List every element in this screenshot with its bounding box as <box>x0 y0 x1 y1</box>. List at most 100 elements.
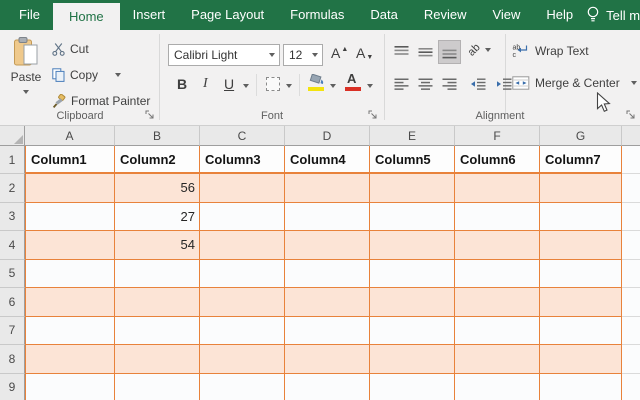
cell-H4[interactable] <box>622 231 640 260</box>
tab-insert[interactable]: Insert <box>120 0 179 30</box>
cell-G1[interactable]: Column7 <box>540 146 622 174</box>
cell-D3[interactable] <box>285 202 370 231</box>
cell-E6[interactable] <box>370 288 455 317</box>
copy-dropdown-arrow[interactable] <box>115 73 122 77</box>
align-left-button[interactable] <box>390 72 413 96</box>
cell-C5[interactable] <box>200 259 285 288</box>
column-header-A[interactable]: A <box>25 126 115 146</box>
align-right-button[interactable] <box>438 72 461 96</box>
cell-C4[interactable] <box>200 231 285 260</box>
decrease-indent-button[interactable] <box>466 72 489 96</box>
tab-view[interactable]: View <box>479 0 533 30</box>
cell-E5[interactable] <box>370 259 455 288</box>
paste-dropdown-arrow[interactable] <box>23 90 29 94</box>
row-header-6[interactable]: 6 <box>0 288 25 317</box>
cell-A2[interactable] <box>25 174 115 203</box>
cell-D9[interactable] <box>285 373 370 400</box>
cell-E3[interactable] <box>370 202 455 231</box>
row-header-9[interactable]: 9 <box>0 373 25 400</box>
cell-G9[interactable] <box>540 373 622 400</box>
tell-me-box[interactable]: Tell me <box>586 0 640 30</box>
row-header-8[interactable]: 8 <box>0 345 25 374</box>
cell-G7[interactable] <box>540 316 622 345</box>
cell-B6[interactable] <box>115 288 200 317</box>
underline-dropdown-arrow[interactable] <box>243 84 249 88</box>
cell-G3[interactable] <box>540 202 622 231</box>
cell-A6[interactable] <box>25 288 115 317</box>
cell-B9[interactable] <box>115 373 200 400</box>
borders-button[interactable] <box>266 77 280 91</box>
row-header-3[interactable]: 3 <box>0 202 25 231</box>
cell-E1[interactable]: Column5 <box>370 146 455 174</box>
cell-H2[interactable] <box>622 174 640 203</box>
cell-C2[interactable] <box>200 174 285 203</box>
cell-B4[interactable]: 54 <box>115 231 200 260</box>
borders-dropdown-arrow[interactable] <box>286 84 292 88</box>
font-color-dropdown-arrow[interactable] <box>367 84 373 88</box>
alignment-dialog-launcher[interactable] <box>626 109 638 121</box>
row-header-4[interactable]: 4 <box>0 231 25 260</box>
clipboard-dialog-launcher[interactable] <box>145 109 157 121</box>
merge-center-dropdown-arrow[interactable] <box>630 81 637 85</box>
select-all-corner[interactable] <box>0 126 25 146</box>
underline-button[interactable]: U <box>224 76 234 92</box>
orientation-dropdown-arrow[interactable] <box>485 48 492 52</box>
cell-F5[interactable] <box>455 259 540 288</box>
cell-C8[interactable] <box>200 345 285 374</box>
cell-D6[interactable] <box>285 288 370 317</box>
cell-C1[interactable]: Column3 <box>200 146 285 174</box>
column-header-D[interactable]: D <box>285 126 370 146</box>
cell-D7[interactable] <box>285 316 370 345</box>
cell-A3[interactable] <box>25 202 115 231</box>
fill-color-dropdown-arrow[interactable] <box>330 84 336 88</box>
copy-button[interactable]: Copy <box>52 68 122 82</box>
cell-H1[interactable] <box>622 146 640 174</box>
wrap-text-button[interactable]: ab c Wrap Text <box>512 43 589 59</box>
cell-A7[interactable] <box>25 316 115 345</box>
cell-H7[interactable] <box>622 316 640 345</box>
fill-color-button[interactable] <box>308 73 326 91</box>
cell-A9[interactable] <box>25 373 115 400</box>
row-header-1[interactable]: 1 <box>0 146 25 174</box>
cell-C9[interactable] <box>200 373 285 400</box>
column-header-B[interactable]: B <box>115 126 200 146</box>
cell-C7[interactable] <box>200 316 285 345</box>
tab-formulas[interactable]: Formulas <box>277 0 357 30</box>
italic-button[interactable]: I <box>203 76 208 92</box>
cell-G5[interactable] <box>540 259 622 288</box>
cell-D1[interactable]: Column4 <box>285 146 370 174</box>
cell-F1[interactable]: Column6 <box>455 146 540 174</box>
middle-align-button[interactable] <box>414 40 437 64</box>
row-header-2[interactable]: 2 <box>0 174 25 203</box>
cell-D8[interactable] <box>285 345 370 374</box>
bottom-align-button[interactable] <box>438 40 461 64</box>
format-painter-button[interactable]: Format Painter <box>52 94 150 108</box>
cell-F3[interactable] <box>455 202 540 231</box>
cell-D2[interactable] <box>285 174 370 203</box>
cell-F7[interactable] <box>455 316 540 345</box>
cut-button[interactable]: Cut <box>52 42 89 56</box>
cell-G4[interactable] <box>540 231 622 260</box>
row-header-5[interactable]: 5 <box>0 259 25 288</box>
cell-F6[interactable] <box>455 288 540 317</box>
decrease-font-size-button[interactable]: A ▼ <box>356 45 373 61</box>
font-name-combobox[interactable]: Calibri Light <box>168 44 280 66</box>
cell-A5[interactable] <box>25 259 115 288</box>
cell-F2[interactable] <box>455 174 540 203</box>
cell-E4[interactable] <box>370 231 455 260</box>
align-center-button[interactable] <box>414 72 437 96</box>
cell-A4[interactable] <box>25 231 115 260</box>
bold-button[interactable]: B <box>177 76 187 92</box>
cell-H9[interactable] <box>622 373 640 400</box>
top-align-button[interactable] <box>390 40 413 64</box>
tab-file[interactable]: File <box>6 0 53 30</box>
column-header-partial[interactable] <box>622 126 640 146</box>
cell-E9[interactable] <box>370 373 455 400</box>
row-header-7[interactable]: 7 <box>0 316 25 345</box>
tab-home[interactable]: Home <box>52 3 120 30</box>
cell-B2[interactable]: 56 <box>115 174 200 203</box>
cell-H5[interactable] <box>622 259 640 288</box>
cell-E2[interactable] <box>370 174 455 203</box>
column-header-F[interactable]: F <box>455 126 540 146</box>
font-size-combobox[interactable]: 12 <box>283 44 323 66</box>
